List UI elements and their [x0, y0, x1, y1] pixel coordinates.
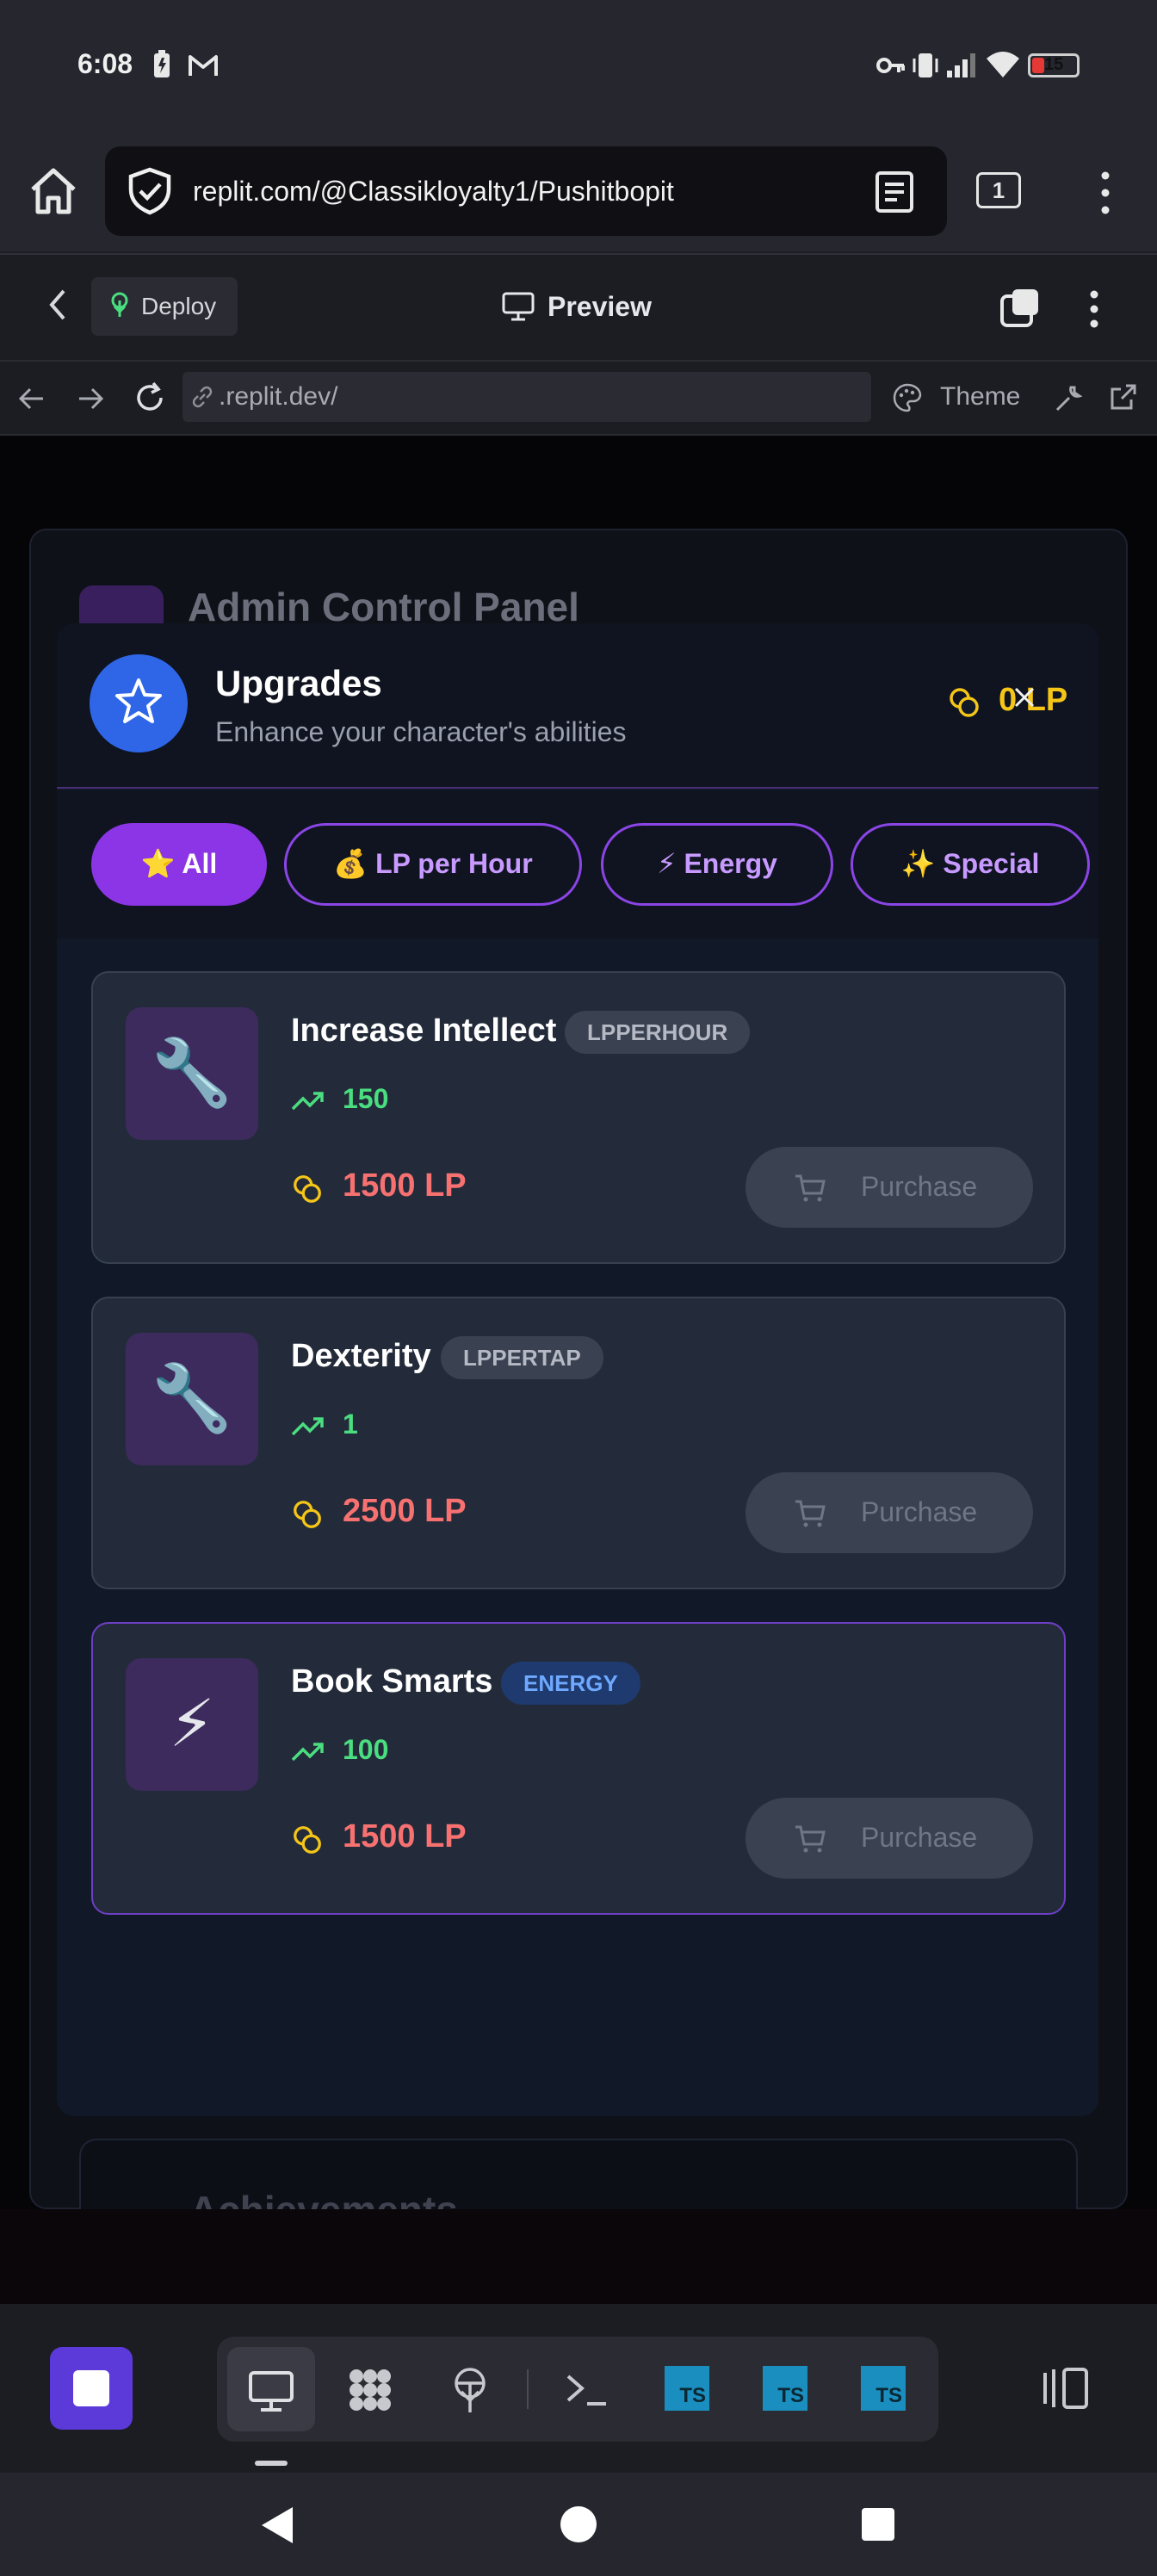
stop-button[interactable]: [50, 2347, 133, 2430]
vibrate-icon: [913, 53, 938, 77]
upgrades-subtitle: Enhance your character's abilities: [215, 716, 627, 747]
android-home-icon[interactable]: [560, 2505, 597, 2543]
wifi-icon: [987, 52, 1019, 77]
coins-icon: [294, 1175, 321, 1203]
devtools-wrench-icon[interactable]: [1054, 382, 1085, 413]
upgrades-badge: [90, 654, 188, 752]
coins-icon: [294, 1826, 321, 1854]
trending-up-icon: [291, 1743, 324, 1762]
upgrade-cost: 1500 LP: [343, 1167, 467, 1204]
tab-special[interactable]: ✨ Special: [851, 823, 1090, 906]
new-window-icon[interactable]: [999, 286, 1042, 329]
url-text[interactable]: replit.com/@Classikloyalty1/Pushitbopit: [193, 176, 674, 207]
dock-divider: [527, 2369, 529, 2409]
purchase-label: Purchase: [861, 1171, 978, 1202]
typescript-file-icon[interactable]: TS: [763, 2366, 807, 2411]
signal-icon: [947, 53, 975, 77]
status-bar: [0, 0, 1157, 138]
theme-label[interactable]: Theme: [940, 382, 1020, 412]
link-icon: [192, 386, 213, 408]
gmail-icon: [189, 55, 218, 76]
purchase-label: Purchase: [861, 1496, 978, 1527]
upgrade-effect: 1: [343, 1409, 358, 1440]
address-text[interactable]: .replit.dev/: [219, 382, 337, 412]
panel-toggle-icon[interactable]: [1040, 2364, 1092, 2412]
wrench-icon: 🔧: [126, 1333, 258, 1465]
app-overlay-strip: [0, 2209, 1157, 2304]
android-recents-icon[interactable]: [861, 2507, 895, 2542]
star-icon: [115, 678, 162, 723]
shell-icon[interactable]: [561, 2364, 613, 2416]
upgrade-type-badge: ENERGY: [501, 1662, 640, 1705]
trending-up-icon: [291, 1417, 324, 1436]
tab-all[interactable]: ⭐ All: [91, 823, 267, 906]
upgrade-type-badge: LPPERHOUR: [565, 1011, 751, 1054]
purchase-button[interactable]: Purchase: [746, 1798, 1033, 1879]
upgrade-name: Increase Intellect: [291, 1012, 557, 1049]
stop-icon: [73, 2370, 109, 2406]
cart-icon: [795, 1825, 826, 1853]
upgrades-title: Upgrades: [215, 663, 382, 703]
battery-saver-icon: [154, 50, 170, 77]
coins-icon: [294, 1501, 321, 1528]
palette-icon[interactable]: [892, 382, 923, 413]
monitor-icon: [249, 2371, 294, 2412]
cart-icon: [795, 1174, 826, 1202]
coins-icon: [950, 688, 979, 717]
upgrade-name: Book Smarts: [291, 1663, 493, 1700]
open-external-icon[interactable]: [1109, 382, 1138, 412]
upgrade-cost: 1500 LP: [343, 1818, 467, 1855]
achievements-title: Achievements: [189, 2187, 458, 2209]
upgrade-card: ⚡ Book Smarts ENERGY 100 1500 LP Purchas…: [91, 1622, 1066, 1915]
battery-level: 15: [1044, 55, 1064, 74]
monitor-icon: [502, 292, 535, 321]
deploy-label: Deploy: [141, 293, 217, 319]
cart-icon: [795, 1500, 826, 1527]
home-icon[interactable]: [26, 164, 81, 219]
vpn-key-icon: [876, 58, 905, 73]
trending-up-icon: [291, 1092, 324, 1111]
android-back-icon[interactable]: [258, 2505, 296, 2545]
nav-back-icon[interactable]: [17, 384, 46, 413]
replit-menu-icon[interactable]: [1083, 288, 1105, 331]
upgrade-effect: 150: [343, 1083, 389, 1114]
upgrades-modal-header: [57, 623, 1098, 789]
battery-indicator: 15: [1028, 53, 1080, 77]
upgrade-cost: 2500 LP: [343, 1493, 467, 1529]
browser-menu-icon[interactable]: [1093, 167, 1117, 219]
typescript-file-icon[interactable]: TS: [665, 2366, 709, 2411]
packages-icon[interactable]: [344, 2364, 396, 2416]
upgrade-effect: 100: [343, 1734, 389, 1765]
reload-icon[interactable]: [133, 381, 167, 415]
tab-energy[interactable]: ⚡ Energy: [601, 823, 833, 906]
tab-lp-per-hour[interactable]: 💰 LP per Hour: [284, 823, 582, 906]
nav-forward-icon[interactable]: [76, 384, 105, 413]
upgrade-card: 🔧 Increase Intellect LPPERHOUR 150 1500 …: [91, 971, 1066, 1264]
back-arrow-icon[interactable]: [43, 288, 74, 322]
purchase-button[interactable]: Purchase: [746, 1472, 1033, 1553]
reader-mode-icon[interactable]: [875, 170, 914, 214]
deploy-icon: [111, 292, 128, 317]
close-icon[interactable]: [1007, 680, 1042, 715]
deployments-icon[interactable]: [444, 2364, 496, 2416]
typescript-file-icon[interactable]: TS: [861, 2366, 906, 2411]
purchase-label: Purchase: [861, 1822, 978, 1853]
upgrade-name: Dexterity: [291, 1338, 431, 1374]
tab-switcher-button[interactable]: 1: [976, 172, 1021, 208]
purchase-button[interactable]: Purchase: [746, 1147, 1033, 1228]
status-time: 6:08: [77, 48, 133, 79]
upgrade-card: 🔧 Dexterity LPPERTAP 1 2500 LP Purchase: [91, 1297, 1066, 1589]
upgrade-type-badge: LPPERTAP: [441, 1336, 603, 1379]
shield-check-icon[interactable]: [124, 165, 176, 217]
wrench-icon: 🔧: [126, 1007, 258, 1140]
preview-tab-label[interactable]: Preview: [548, 291, 652, 323]
lightning-icon: ⚡: [126, 1658, 258, 1791]
active-tab-indicator: [255, 2461, 288, 2466]
